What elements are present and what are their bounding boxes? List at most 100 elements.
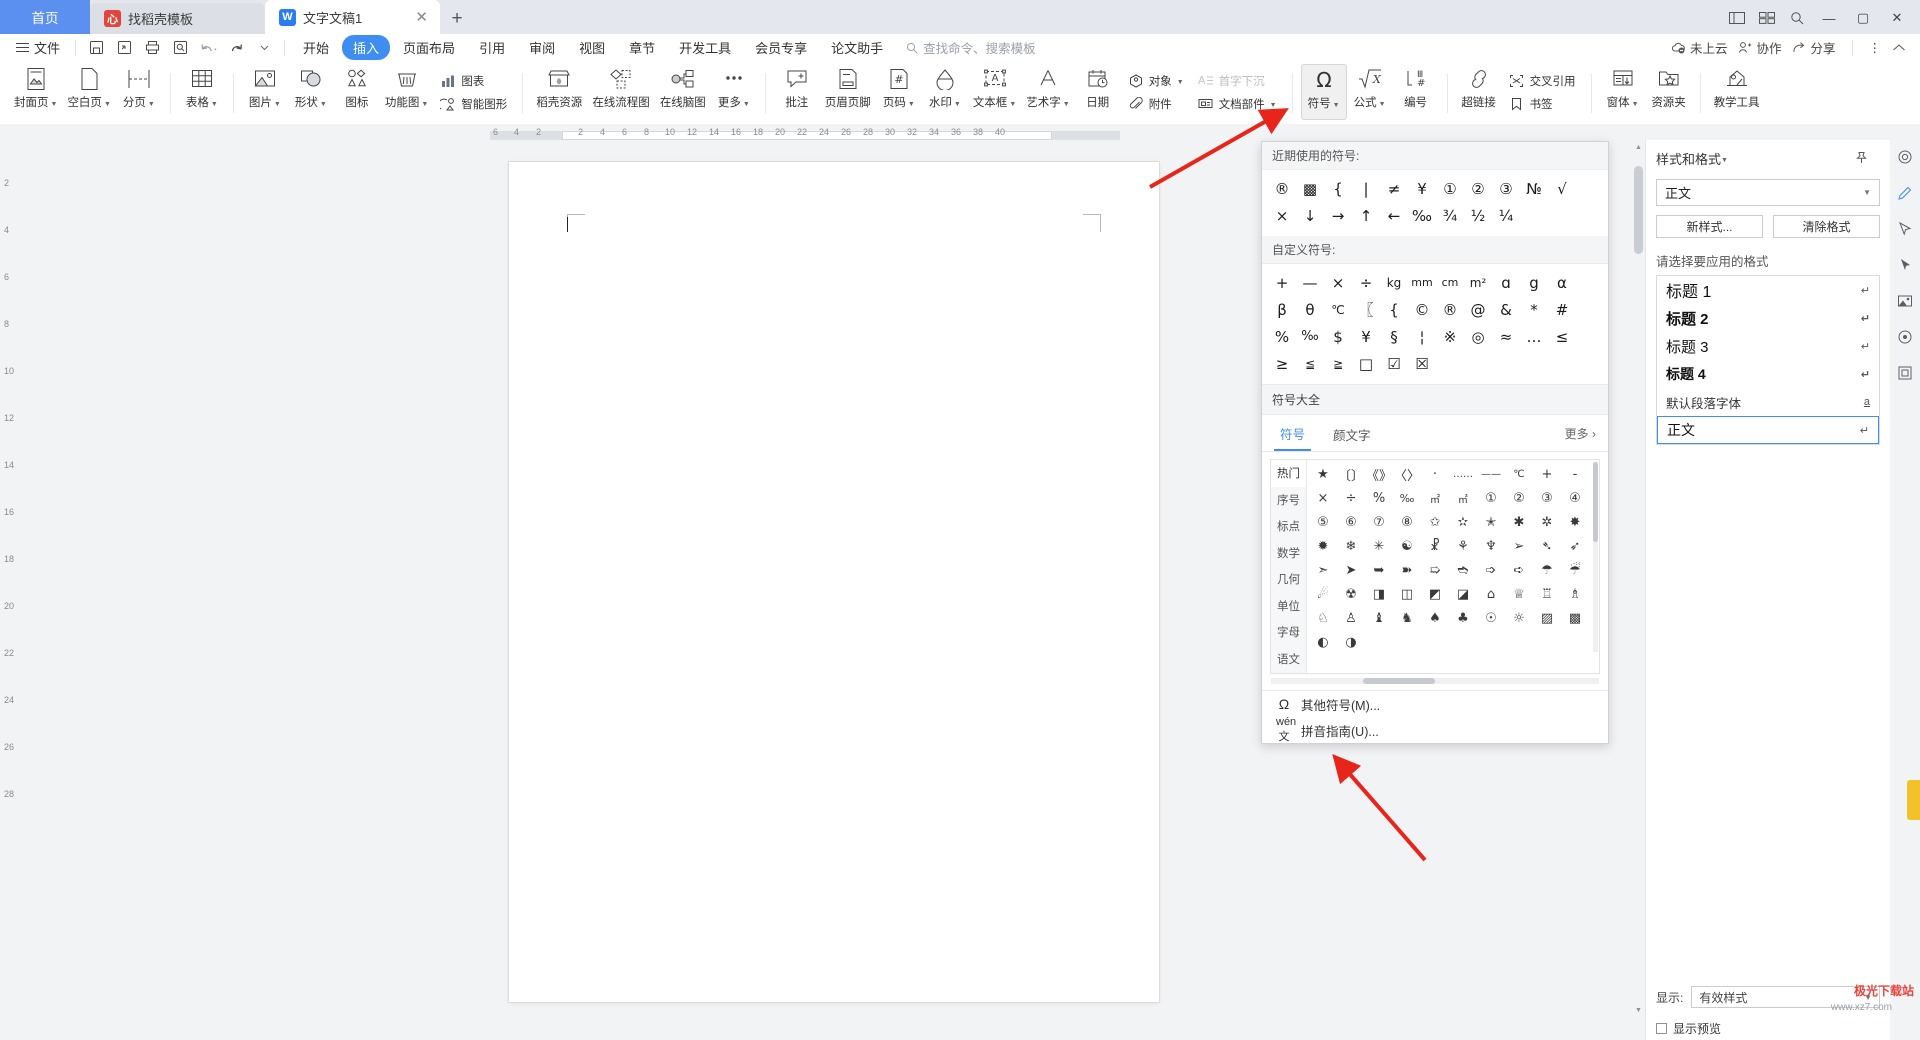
symbol-cell[interactable]: ✸ bbox=[1561, 510, 1589, 534]
tab-references[interactable]: 引用 bbox=[468, 35, 516, 60]
symbol-cell[interactable]: kg bbox=[1380, 269, 1408, 296]
tab-review[interactable]: 审阅 bbox=[518, 35, 566, 60]
symbol-cell[interactable]: ¼ bbox=[1492, 202, 1520, 229]
symbol-cell[interactable]: 《》 bbox=[1365, 462, 1393, 486]
document-tab-writer[interactable]: W 文字文稿1 ✕ bbox=[265, 0, 440, 34]
document-scrollbar[interactable]: ▲ ▼ bbox=[1634, 144, 1643, 1014]
horizontal-ruler[interactable]: 6 4 2 2 4 6 8 10 12 14 16 18 20 22 24 26… bbox=[0, 124, 1920, 140]
symbol-cell[interactable]: ② bbox=[1464, 175, 1492, 202]
symbol-cell[interactable]: ♞ bbox=[1393, 606, 1421, 630]
symbol-cell[interactable]: ✭ bbox=[1477, 510, 1505, 534]
symbol-cell[interactable]: × bbox=[1309, 486, 1337, 510]
symbol-cell[interactable]: ➶ bbox=[1561, 534, 1589, 558]
style-item-heading4[interactable]: 标题 4 ↵ bbox=[1657, 360, 1879, 388]
symbol-cell[interactable]: ✹ bbox=[1309, 534, 1337, 558]
symbol-cell[interactable]: ◩ bbox=[1421, 582, 1449, 606]
symbol-cell[interactable]: % bbox=[1268, 323, 1296, 350]
tab-developer-tools[interactable]: 开发工具 bbox=[668, 35, 742, 60]
symbol-cell[interactable]: ☒ bbox=[1408, 350, 1436, 377]
bookmark-button[interactable]: 书签 bbox=[1505, 94, 1580, 114]
symbol-cell[interactable]: m² bbox=[1464, 269, 1492, 296]
style-item-default-paragraph-font[interactable]: 默认段落字体 a bbox=[1657, 388, 1879, 416]
symbol-cell[interactable]: ® bbox=[1268, 175, 1296, 202]
symbol-cell[interactable]: ≧ bbox=[1324, 350, 1352, 377]
window-maximize-button[interactable]: ▢ bbox=[1848, 6, 1878, 30]
picture-button[interactable]: 图片 ▼ bbox=[242, 64, 288, 120]
symbol-cell[interactable]: · bbox=[1421, 462, 1449, 486]
cloud-status-button[interactable]: 未上云 bbox=[1671, 38, 1727, 57]
symbol-cell[interactable]: ÷ bbox=[1352, 269, 1380, 296]
symbol-cell[interactable]: ※ bbox=[1436, 323, 1464, 350]
symbol-cell[interactable]: ◐ bbox=[1309, 630, 1337, 654]
symbol-category-hot[interactable]: 热门 bbox=[1271, 460, 1306, 487]
symbol-cell[interactable]: # bbox=[1548, 296, 1576, 323]
symbol-cell[interactable]: ➬ bbox=[1449, 558, 1477, 582]
symbol-cell[interactable]: ⌂ bbox=[1477, 582, 1505, 606]
symbol-cell[interactable]: …… bbox=[1449, 462, 1477, 486]
symbol-cell[interactable]: 〔〕 bbox=[1337, 462, 1365, 486]
symbol-cell[interactable]: cm bbox=[1436, 269, 1464, 296]
symbol-cell[interactable]: ☧ bbox=[1421, 534, 1449, 558]
symbol-cell[interactable]: $ bbox=[1324, 323, 1352, 350]
symbol-category-geometry[interactable]: 几何 bbox=[1271, 566, 1306, 593]
symbol-cell[interactable]: mm bbox=[1408, 269, 1436, 296]
formula-button[interactable]: X 公式 ▼ bbox=[1347, 64, 1393, 120]
other-symbols-menu-item[interactable]: Ω 其他符号(M)... bbox=[1262, 691, 1608, 717]
current-style-select[interactable]: 正文 ▼ bbox=[1656, 179, 1880, 206]
date-button[interactable]: 日期 bbox=[1075, 64, 1121, 120]
symbol-cell[interactable]: ¥ bbox=[1352, 323, 1380, 350]
page-number-button[interactable]: # 页码 ▼ bbox=[876, 64, 922, 120]
object-button[interactable]: 对象 ▼ bbox=[1124, 71, 1188, 91]
symbol-cell[interactable]: ★ bbox=[1309, 462, 1337, 486]
new-style-button[interactable]: 新样式... bbox=[1656, 215, 1763, 238]
symbol-cell[interactable]: ☼ bbox=[1505, 606, 1533, 630]
symbol-cell[interactable]: √ bbox=[1548, 175, 1576, 202]
symbol-cell[interactable]: × bbox=[1268, 202, 1296, 229]
symbol-category-chinese[interactable]: 语文 bbox=[1271, 646, 1306, 673]
symbol-cell[interactable]: 〈〉 bbox=[1393, 462, 1421, 486]
symbol-cell[interactable]: ♝ bbox=[1365, 606, 1393, 630]
chevron-down-icon[interactable]: ▼ bbox=[1863, 188, 1871, 197]
symbol-cell[interactable]: + bbox=[1268, 269, 1296, 296]
symbol-cell[interactable]: ≤ bbox=[1548, 323, 1576, 350]
style-item-body-text[interactable]: 正文 ↵ bbox=[1657, 416, 1879, 444]
symbol-cell[interactable]: ✱ bbox=[1505, 510, 1533, 534]
page-break-button[interactable]: 分页 ▼ bbox=[116, 64, 162, 120]
style-item-heading1[interactable]: 标题 1 ↵ bbox=[1657, 276, 1879, 304]
symbol-cell[interactable]: ♕ bbox=[1505, 582, 1533, 606]
symbol-cell[interactable]: ㎡ bbox=[1421, 486, 1449, 510]
search-tabs-icon[interactable] bbox=[1784, 6, 1810, 30]
symbol-cell[interactable]: ⑦ bbox=[1365, 510, 1393, 534]
attachment-button[interactable]: 附件 bbox=[1124, 94, 1188, 114]
symbol-cell[interactable]: ☂ bbox=[1533, 558, 1561, 582]
save-as-icon[interactable] bbox=[111, 37, 137, 59]
symbol-cell[interactable]: ② bbox=[1505, 486, 1533, 510]
symbol-cell[interactable]: □ bbox=[1352, 350, 1380, 377]
symbol-cell[interactable]: ☑ bbox=[1380, 350, 1408, 377]
checkbox-icon[interactable] bbox=[1656, 1023, 1667, 1034]
symbol-cell[interactable]: ◎ bbox=[1464, 323, 1492, 350]
file-menu-button[interactable]: 文件 bbox=[8, 38, 68, 57]
symbol-cell[interactable]: @ bbox=[1464, 296, 1492, 323]
symbol-cell[interactable]: + bbox=[1533, 462, 1561, 486]
image-rail-icon[interactable] bbox=[1894, 290, 1916, 312]
side-feedback-tab[interactable] bbox=[1907, 780, 1920, 820]
drop-cap-button[interactable]: A 首字下沉 bbox=[1194, 71, 1281, 91]
save-icon[interactable] bbox=[83, 37, 109, 59]
symbol-cell[interactable]: — bbox=[1296, 269, 1324, 296]
chart-button[interactable]: 图表 bbox=[436, 71, 511, 91]
style-list[interactable]: 标题 1 ↵ 标题 2 ↵ 标题 3 ↵ 标题 4 ↵ 默认段落字体 a 正文 … bbox=[1656, 275, 1880, 445]
redo-icon[interactable] bbox=[223, 37, 249, 59]
symbol-cell[interactable]: ➩ bbox=[1477, 558, 1505, 582]
form-button[interactable]: 窗体 ▼ bbox=[1600, 64, 1646, 120]
symbol-cell[interactable]: ≈ bbox=[1492, 323, 1520, 350]
tab-page-layout[interactable]: 页面布局 bbox=[392, 35, 466, 60]
smartart-button[interactable]: 智能图形 bbox=[436, 94, 511, 114]
tab-symbols[interactable]: 符号 bbox=[1274, 421, 1312, 451]
symbol-grid-hscrollbar[interactable] bbox=[1271, 678, 1599, 684]
symbol-cell[interactable]: ♗ bbox=[1561, 582, 1589, 606]
symbol-cell[interactable]: ◑ bbox=[1337, 630, 1365, 654]
symbol-browser[interactable]: 热门 序号 标点 数学 几何 单位 字母 语文 ★ 〔〕 《》 〈〉 · …… … bbox=[1270, 459, 1600, 674]
symbol-cell[interactable]: © bbox=[1408, 296, 1436, 323]
tab-member-exclusive[interactable]: 会员专享 bbox=[744, 35, 818, 60]
